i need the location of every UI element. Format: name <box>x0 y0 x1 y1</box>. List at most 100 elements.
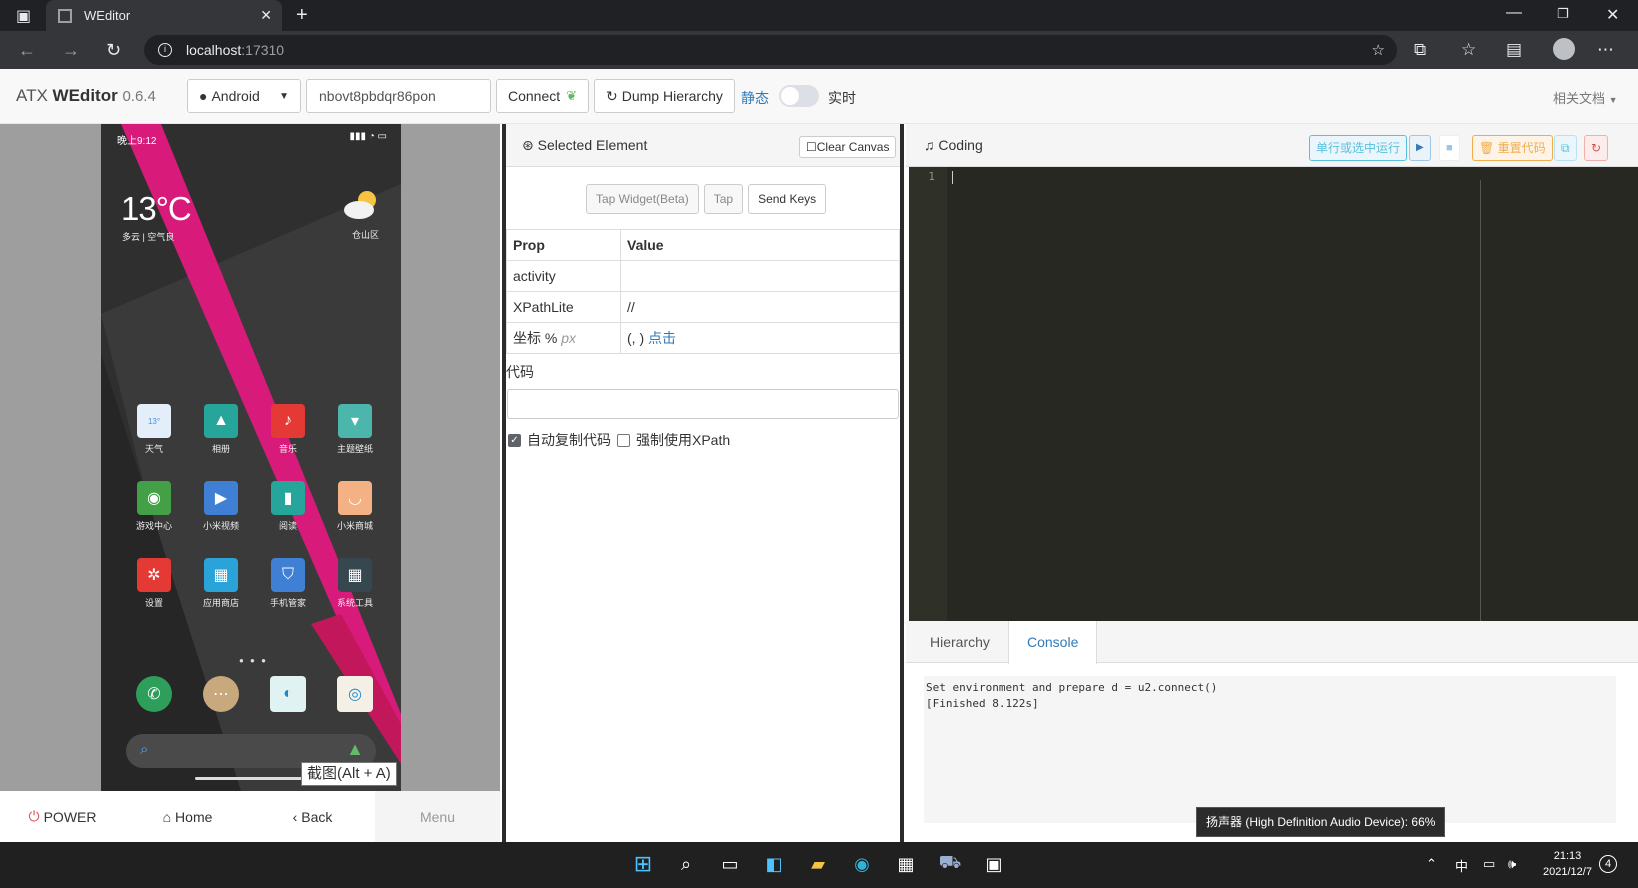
store-icon[interactable]: ▦ <box>893 851 919 877</box>
back-arrow-icon[interactable]: ← <box>18 40 36 61</box>
live-mode-toggle[interactable] <box>779 85 819 107</box>
coord-click-link[interactable]: 点击 <box>648 330 676 346</box>
app-label: 小米视频 <box>202 521 239 531</box>
platform-select[interactable]: ● Android ▼ <box>187 79 301 113</box>
restore-icon[interactable]: ❐ <box>1557 6 1569 22</box>
dock-app[interactable]: ✆ <box>124 676 184 716</box>
home-label: Home <box>175 808 213 825</box>
console-line: [Finished 8.122s] <box>926 697 1039 710</box>
task-view-icon[interactable]: ▭ <box>717 851 743 877</box>
widgets-icon[interactable]: ◧ <box>761 851 787 877</box>
app-shortcut[interactable]: ✲ 设置 <box>124 558 184 609</box>
reset-code-button[interactable]: 🗑 重置代码 <box>1472 135 1553 161</box>
url-field[interactable]: i localhost:17310 ☆ <box>144 35 1397 65</box>
live-mode-label[interactable]: 实时 <box>828 88 856 108</box>
minimize-icon[interactable]: — <box>1506 4 1522 22</box>
back-button[interactable]: ‹ Back <box>250 791 375 842</box>
coord-label: 坐标 % <box>513 330 558 346</box>
new-tab-icon[interactable]: + <box>296 4 308 27</box>
app-shortcut[interactable]: ▦ 系统工具 <box>325 558 385 609</box>
docs-dropdown[interactable]: 相关文档 ▼ <box>1553 88 1618 107</box>
home-button[interactable]: ⌂ Home <box>125 791 250 842</box>
code-editor[interactable]: 1 <box>909 167 1638 621</box>
app-icon: ◡ <box>338 481 372 515</box>
profile-avatar[interactable] <box>1553 38 1575 60</box>
value-cell: // <box>620 291 900 323</box>
start-icon[interactable]: ⊞ <box>630 851 656 877</box>
reload-icon[interactable]: ↻ <box>106 40 121 61</box>
app-icon: ◉ <box>137 481 171 515</box>
tab-console[interactable]: Console <box>1008 621 1098 664</box>
run-play-button[interactable]: ▶ <box>1409 135 1431 161</box>
properties-table: Prop Value activity XPathLite // 坐标 % px… <box>506 229 900 354</box>
weather-city: 仓山区 <box>352 230 380 240</box>
table-row: XPathLite // <box>506 291 900 323</box>
terminal-icon[interactable]: ▣ <box>981 851 1007 877</box>
app-shortcut[interactable]: 13° 天气 <box>124 404 184 455</box>
file-explorer-icon[interactable]: ▰ <box>805 851 831 877</box>
network-icon[interactable]: ▭ <box>1483 856 1495 872</box>
device-screen[interactable]: 晚上9:12 ▮▮▮ ◔ ▭ 13°C 多云 | 空气良 仓山区 13° 天气 ▲ 相… <box>101 124 401 791</box>
app-shortcut[interactable]: ⛉ 手机管家 <box>258 558 318 609</box>
tray-chevron-up-icon[interactable]: ⌃ <box>1426 856 1437 872</box>
stop-button[interactable]: ■ <box>1439 135 1460 161</box>
app-icon: ✲ <box>137 558 171 592</box>
browser-tab[interactable]: WEditor ✕ <box>46 0 282 31</box>
favorites-icon[interactable]: ☆ <box>1461 40 1476 60</box>
volume-icon[interactable]: 🕪 <box>1508 856 1516 872</box>
app-shortcut[interactable]: ▮ 阅读 <box>258 481 318 532</box>
app-shortcut[interactable]: ◡ 小米商城 <box>325 481 385 532</box>
static-mode-label[interactable]: 静态 <box>741 88 769 108</box>
app-shortcut[interactable]: ▾ 主题壁纸 <box>325 404 385 455</box>
dump-hierarchy-button[interactable]: ↻ Dump Hierarchy <box>594 79 735 113</box>
copy-icon[interactable]: ⧉ <box>1554 135 1577 161</box>
favorite-add-icon[interactable]: ☆ <box>1372 41 1385 59</box>
volume-tooltip: 扬声器 (High Definition Audio Device): 66% <box>1196 807 1446 837</box>
reload-code-icon[interactable]: ↻ <box>1584 135 1609 161</box>
serial-input[interactable]: nbovt8pbdqr86pon <box>306 79 491 113</box>
power-button[interactable]: ⏻ POWER <box>0 791 125 842</box>
app-navbar: ATX WEditor 0.6.4 ● Android ▼ nbovt8pbdq… <box>0 69 1638 124</box>
forward-arrow-icon[interactable]: → <box>62 40 80 61</box>
ime-indicator[interactable]: 中 <box>1455 856 1468 875</box>
app-icon: ▦ <box>338 558 372 592</box>
clear-canvas-button[interactable]: ☐Clear Canvas <box>799 136 897 158</box>
tab-hierarchy[interactable]: Hierarchy <box>912 621 1008 663</box>
tap-button[interactable]: Tap <box>703 184 744 214</box>
dock-app[interactable]: ⋯ <box>191 676 251 716</box>
collections-icon[interactable]: ▤ <box>1506 40 1522 60</box>
app-shortcut[interactable]: ▲ 相册 <box>191 404 251 455</box>
extensions-icon[interactable]: ⧉ <box>1414 40 1426 60</box>
tab-close-icon[interactable]: ✕ <box>260 7 272 24</box>
connect-button[interactable]: Connect ❦ <box>496 79 590 113</box>
notification-badge[interactable]: 4 <box>1599 855 1617 873</box>
table-row: 坐标 % px (, ) 点击 <box>506 322 900 354</box>
clock-date: 2021/12/7 <box>1543 866 1592 878</box>
dock-app[interactable]: ◎ <box>325 676 385 716</box>
coord-px-toggle[interactable]: px <box>561 330 576 346</box>
tap-widget-button[interactable]: Tap Widget(Beta) <box>586 184 699 214</box>
force-xpath-checkbox[interactable] <box>617 433 630 447</box>
send-keys-button[interactable]: Send Keys <box>748 184 827 214</box>
more-menu-icon[interactable]: ⋯ <box>1597 40 1614 60</box>
edge-browser-icon[interactable]: ◉ <box>849 851 875 877</box>
auto-copy-checkbox[interactable]: ✓ <box>508 433 521 447</box>
code-input[interactable] <box>507 389 899 419</box>
search-icon[interactable]: ⌕ <box>673 851 699 877</box>
dock-app[interactable]: ◐ <box>258 676 318 716</box>
app-label: 手机管家 <box>269 598 306 608</box>
run-selected-button[interactable]: 单行或选中运行 <box>1309 135 1408 161</box>
app-shortcut[interactable]: ◉ 游戏中心 <box>124 481 184 532</box>
clock[interactable]: 21:13 2021/12/7 <box>1543 848 1592 880</box>
menu-button[interactable]: Menu <box>375 791 500 842</box>
app-shortcut[interactable]: ▦ 应用商店 <box>191 558 251 609</box>
app-icon: ⛉ <box>271 558 305 592</box>
app-shortcut[interactable]: ♪ 音乐 <box>258 404 318 455</box>
site-info-icon[interactable]: i <box>158 43 172 57</box>
editor-gutter: 1 <box>909 167 947 621</box>
window-close-icon[interactable]: ✕ <box>1606 5 1619 25</box>
app-icon[interactable]: ⛟ <box>937 851 963 877</box>
address-bar: ← → ↻ i localhost:17310 ☆ ⧉ ☆ ▤ ⋯ <box>0 31 1638 69</box>
tab-actions-icon[interactable]: ▣ <box>16 6 31 26</box>
app-shortcut[interactable]: ▶ 小米视频 <box>191 481 251 532</box>
